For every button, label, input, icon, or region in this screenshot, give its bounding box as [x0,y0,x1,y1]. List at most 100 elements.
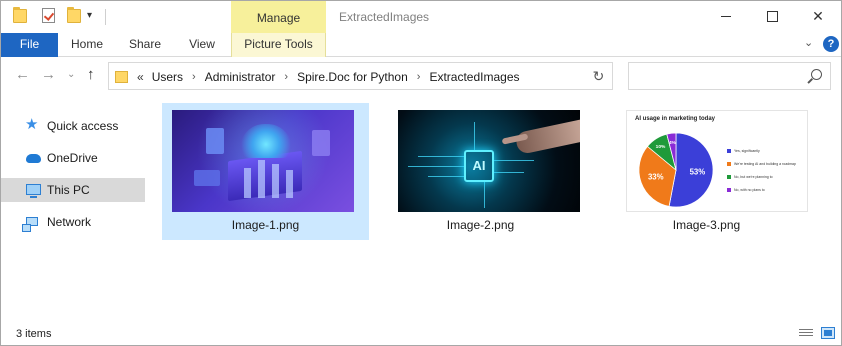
sidebar-item-label: Quick access [47,119,119,133]
sidebar-item-label: Network [47,215,92,229]
chevron-right-icon[interactable]: › [284,71,288,83]
file-name: Image-1.png [231,218,300,232]
navigation-pane: ★ Quick access OneDrive This PC Network [1,101,149,321]
item-count: 3 items [16,328,52,340]
legend-entry: We're testing AI and building a roadmap [727,162,807,175]
title-bar: ▾ Manage ExtractedImages ✕ [1,1,841,33]
refresh-button[interactable]: ↻ [585,62,613,90]
explorer-window: ▾ Manage ExtractedImages ✕ File Home Sha… [0,0,842,346]
legend-swatch [727,149,731,153]
sidebar-item-this-pc[interactable]: This PC [1,178,145,202]
computer-icon [26,184,41,198]
chart-title: AI usage in marketing today [635,116,716,122]
thumbnail-shape [428,176,464,177]
folder-icon [115,71,128,83]
maximize-button[interactable] [749,1,795,31]
back-arrow-icon[interactable]: ← [15,67,30,83]
search-icon[interactable] [811,69,822,80]
cloud-icon [26,154,41,163]
file-item-image-1[interactable]: Image-1.png [162,103,369,240]
address-bar[interactable]: « Users › Administrator › Spire.Doc for … [108,62,679,90]
pie-slice-label: 53% [690,167,706,176]
pie-slice-label: 33% [648,173,664,182]
legend-swatch [727,188,731,192]
pie-chart: 53% 33% 10%4% [638,132,714,208]
new-folder-icon[interactable] [67,7,81,23]
tab-file[interactable]: File [1,33,58,57]
image-thumbnail: AI [398,110,580,212]
expand-ribbon-icon[interactable]: ⌄ [804,36,813,49]
legend-label: No, but we're planning to [734,175,773,179]
sidebar-item-quick-access[interactable]: ★ Quick access [1,114,145,138]
file-item-image-2[interactable]: AI Image-2.png [377,103,584,240]
pie-slice-label: 10% [656,144,666,150]
breadcrumb-item-extractedimages[interactable]: ExtractedImages [429,70,519,84]
thumbnail-shape [258,160,265,198]
chip-graphic: AI [464,150,494,182]
chevron-right-icon[interactable]: › [192,71,196,83]
sidebar-item-onedrive[interactable]: OneDrive [1,146,145,170]
breadcrumb: « Users › Administrator › Spire.Doc for … [137,70,520,84]
sidebar-item-label: OneDrive [47,151,98,165]
chart-legend: Yes, significantly We're testing AI and b… [727,149,807,201]
legend-label: Yes, significantly [734,149,760,153]
customize-toolbar-icon[interactable]: ▾ [87,10,92,21]
file-item-image-3[interactable]: AI usage in marketing today 53% 33% 10% 4% … [603,103,810,240]
tab-picture-tools[interactable]: Picture Tools [231,33,326,57]
file-name: Image-2.png [446,218,515,232]
pie-slice-label: 4% [669,140,677,146]
tab-share[interactable]: Share [120,33,170,57]
sidebar-item-network[interactable]: Network [1,210,145,234]
breadcrumb-item-administrator[interactable]: Administrator [205,70,276,84]
file-name: Image-3.png [672,218,741,232]
thumbnail-shape [494,160,534,161]
thumbnail-shape [494,172,524,173]
breadcrumb-item-spire-doc[interactable]: Spire.Doc for Python [297,70,408,84]
legend-label: We're testing AI and building a roadmap [734,162,796,166]
tab-home[interactable]: Home [62,33,112,57]
thumbnail-shape [408,166,464,167]
thumbnail-shape [272,164,279,198]
help-icon[interactable]: ? [823,36,839,52]
sidebar-item-label: This PC [47,183,90,197]
breadcrumb-item-users[interactable]: Users [152,70,183,84]
legend-entry: Yes, significantly [727,149,807,162]
chevron-right-icon[interactable]: › [417,71,421,83]
network-icon [22,217,38,232]
search-input[interactable] [628,62,831,90]
thumbnail-shape [194,170,220,186]
large-icons-view-icon[interactable] [821,327,835,339]
window-title: ExtractedImages [339,10,430,24]
thumbnail-shape [286,170,293,198]
legend-swatch [727,162,731,166]
file-list: Image-1.png AI Image-2.png AI usage in m… [151,97,841,319]
minimize-button[interactable] [703,1,749,31]
up-arrow-icon[interactable]: ↑ [87,67,95,83]
thumbnail-shape [244,168,251,198]
status-bar: 3 items [1,323,841,345]
address-row: ← → ⌄ ↑ « Users › Administrator › Spire.… [1,58,841,94]
thumbnail-shape [484,182,485,208]
star-icon: ★ [25,116,39,133]
folder-icon[interactable] [13,7,27,23]
breadcrumb-overflow[interactable]: « [137,70,144,84]
image-thumbnail [172,110,354,212]
toolbar-divider [105,9,106,25]
details-view-icon[interactable] [799,327,813,339]
forward-arrow-icon[interactable]: → [41,67,56,83]
close-button[interactable]: ✕ [795,1,841,31]
ribbon: File Home Share View Picture Tools ⌄ ? [1,33,841,57]
thumbnail-shape [474,122,475,150]
legend-entry: No, with no plans to [727,188,807,201]
thumbnail-shape [418,156,464,157]
tab-manage[interactable]: Manage [231,1,326,33]
thumbnail-shape [312,130,330,156]
image-thumbnail: AI usage in marketing today 53% 33% 10% 4% … [626,110,808,212]
properties-icon[interactable] [42,8,55,23]
thumbnail-shape [206,128,224,154]
legend-entry: No, but we're planning to [727,175,807,188]
legend-swatch [727,175,731,179]
tab-view[interactable]: View [178,33,226,57]
legend-label: No, with no plans to [734,188,765,192]
recent-locations-icon[interactable]: ⌄ [67,67,75,83]
